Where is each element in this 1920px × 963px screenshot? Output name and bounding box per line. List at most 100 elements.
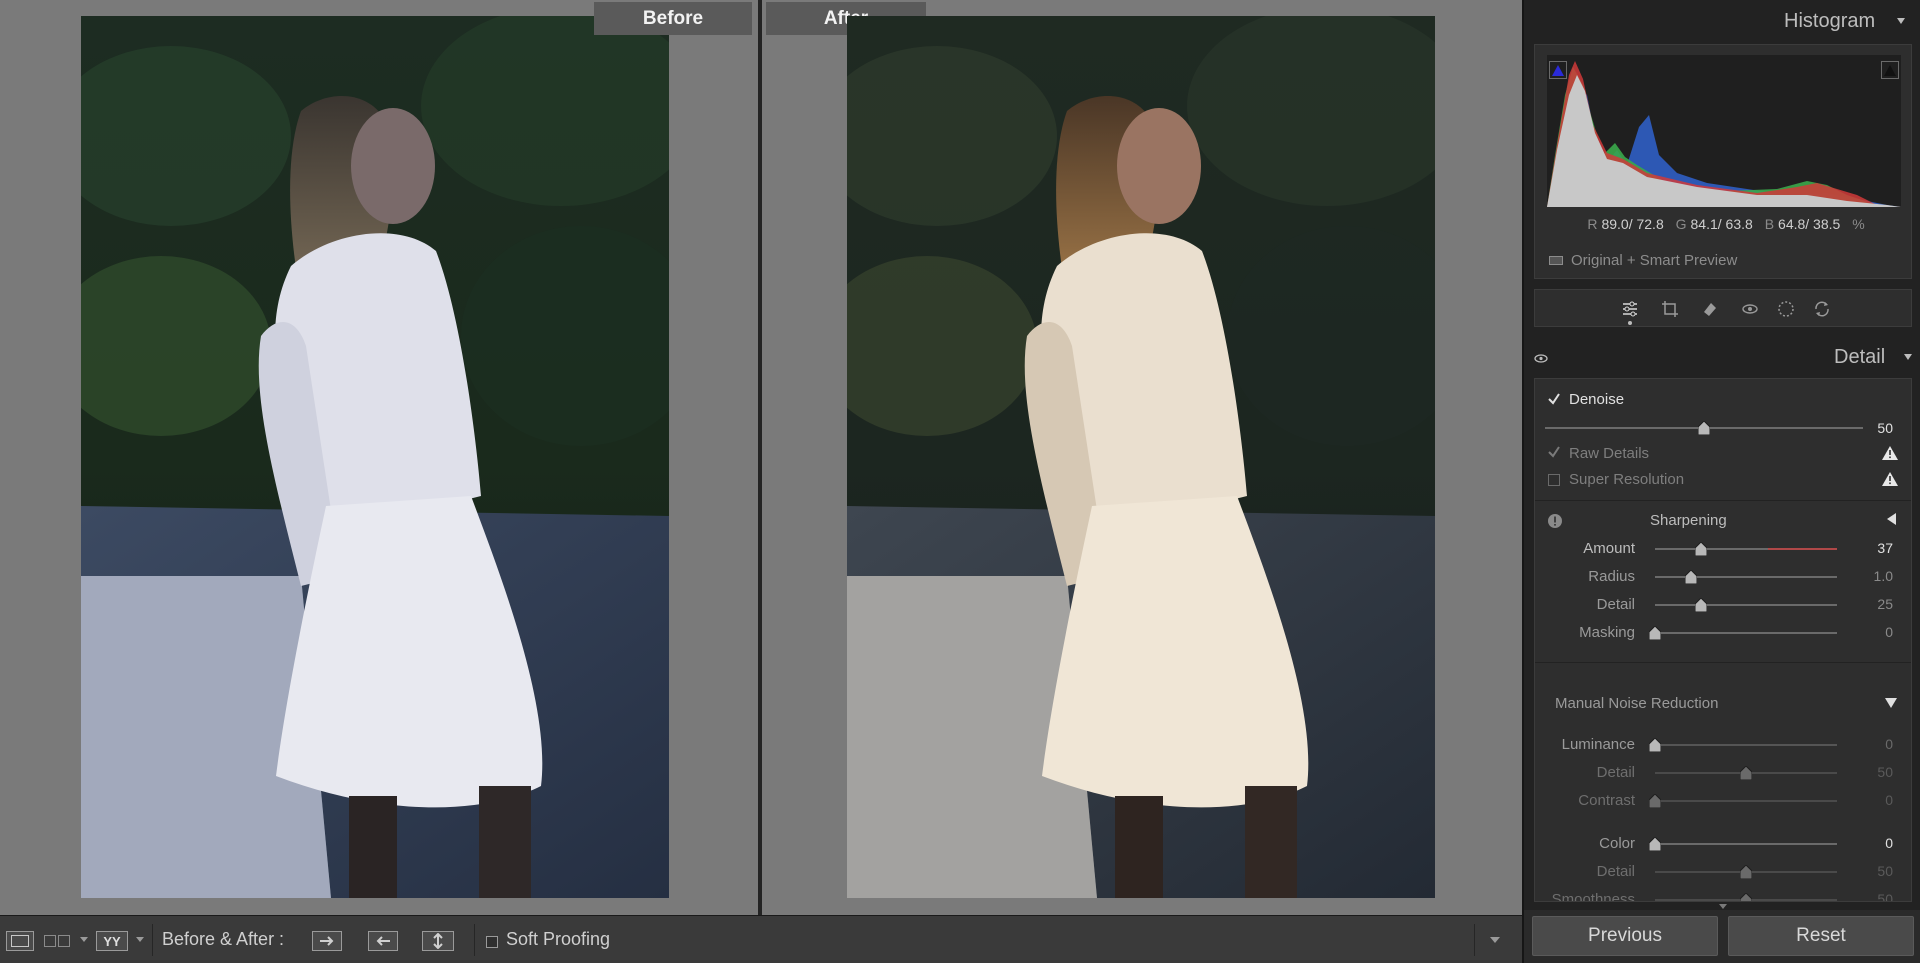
lum-slider-thumb[interactable] [1649,738,1661,752]
visibility-eye-icon[interactable] [1534,354,1548,363]
reset-button[interactable]: Reset [1728,916,1914,956]
sharpening-title[interactable]: Sharpening [1650,512,1727,529]
color-value[interactable]: 0 [1853,835,1893,851]
develop-tool-strip [1534,289,1912,327]
toolbar-options-dropdown-icon[interactable] [1490,937,1500,943]
raw-details-label: Raw Details [1569,445,1650,462]
r-value: 89.0/ 72.8 [1601,216,1664,232]
shadow-clipping-indicator[interactable] [1549,61,1567,79]
bottom-buttons-bar: Previous Reset [1524,910,1920,963]
bottom-toolbar: YY Before & After : Soft Proofing [0,915,1522,963]
before-label: Before [594,2,752,35]
colordetail-slider-thumb[interactable] [1740,865,1752,879]
panel-scroll-indicator-icon[interactable] [1719,904,1727,909]
super-resolution-warning-icon[interactable] [1881,471,1899,487]
swap-before-after-button[interactable] [422,931,454,951]
radius-slider-track[interactable] [1655,576,1837,578]
compare-view-dropdown-icon[interactable] [80,937,88,942]
masking-icon[interactable] [1775,298,1797,320]
contrast-slider-track[interactable] [1655,800,1837,802]
red-eye-icon[interactable] [1739,298,1761,320]
before-after-label: Before & After : [162,929,285,949]
b-label: B [1764,216,1775,232]
xy-compare-icon [44,935,70,947]
denoise-slider-thumb[interactable] [1698,421,1710,435]
healing-eraser-icon[interactable] [1699,298,1721,320]
loupe-view-button[interactable] [6,931,34,951]
amount-slider-thumb[interactable] [1694,542,1707,556]
sharpen-detail-slider-track[interactable] [1655,604,1837,606]
noise-reduction-title[interactable]: Manual Noise Reduction [1555,695,1718,712]
copy-before-to-after-button[interactable] [312,931,342,951]
detail-title: Detail [1834,346,1886,368]
crop-icon[interactable] [1659,298,1681,320]
amount-slider-fill [1767,548,1837,550]
before-after-view-dropdown-icon[interactable] [136,937,144,942]
soft-proofing-checkbox[interactable] [486,936,498,948]
rgb-readout: R 89.0/ 72.8 G 84.1/ 63.8 B 64.8/ 38.5 % [1535,216,1913,232]
denoise-label: Denoise [1569,391,1625,408]
color-slider-thumb[interactable] [1649,837,1661,851]
denoise-checkbox[interactable] [1547,392,1561,406]
copy-after-to-before-button[interactable] [368,931,398,951]
smart-preview-label: Original + Smart Preview [1571,252,1738,269]
b-value: 64.8/ 38.5 [1778,216,1841,232]
lumdetail-slider-thumb[interactable] [1740,766,1752,780]
section-divider [1535,500,1911,501]
detail-collapse-icon[interactable] [1904,354,1912,360]
radius-label: Radius [1588,568,1635,585]
before-photo[interactable] [81,16,669,898]
luminance-value[interactable]: 0 [1853,736,1893,752]
sharpening-expand-icon[interactable] [1887,513,1896,525]
compare-view-button[interactable] [42,931,72,951]
section-divider [1535,662,1911,663]
histogram-collapse-icon[interactable] [1897,18,1905,24]
color-detail-label: Detail [1596,863,1635,880]
smoothness-value[interactable]: 50 [1853,891,1893,901]
sharpening-info-icon[interactable] [1547,513,1563,529]
sharpen-detail-label: Detail [1596,596,1635,613]
edit-sliders-icon[interactable] [1619,298,1641,320]
masking-value[interactable]: 0 [1853,624,1893,640]
sdetail-slider-thumb[interactable] [1694,598,1707,612]
histogram-title[interactable]: Histogram [1784,10,1875,33]
smart-preview-status[interactable]: Original + Smart Preview [1549,252,1737,269]
previous-button[interactable]: Previous [1532,916,1718,956]
color-detail-value[interactable]: 50 [1853,863,1893,879]
histogram-panel: R 89.0/ 72.8 G 84.1/ 63.8 B 64.8/ 38.5 % Or… [1534,44,1912,279]
luminance-detail-value[interactable]: 50 [1853,764,1893,780]
sharpen-detail-value[interactable]: 25 [1853,596,1893,612]
super-resolution-checkbox[interactable] [1548,474,1560,486]
luminance-detail-label: Detail [1596,764,1635,781]
presets-cycle-icon[interactable] [1811,298,1833,320]
before-after-view-button[interactable]: YY [96,931,128,951]
contrast-slider-thumb[interactable] [1649,794,1661,808]
highlight-clipping-indicator[interactable] [1881,61,1899,79]
radius-value[interactable]: 1.0 [1853,568,1893,584]
r-label: R [1587,216,1598,232]
swap-icon [433,933,443,949]
raw-details-warning-icon[interactable] [1881,445,1899,461]
contrast-label: Contrast [1578,792,1635,809]
smooth-slider-thumb[interactable] [1740,893,1752,902]
g-label: G [1675,216,1687,232]
amount-value[interactable]: 37 [1853,540,1893,556]
toolbar-separator [1474,924,1475,956]
smoothness-label: Smoothness [1551,891,1635,902]
luminance-slider-track[interactable] [1655,744,1837,746]
raw-details-checkbox[interactable] [1547,445,1561,459]
masking-slider-thumb[interactable] [1649,626,1661,640]
histogram-curves [1547,61,1901,207]
noise-reduction-collapse-icon[interactable] [1885,698,1897,708]
color-label: Color [1599,835,1635,852]
radius-slider-thumb[interactable] [1685,570,1698,584]
after-photo[interactable] [847,16,1435,898]
masking-slider-track[interactable] [1655,632,1837,634]
color-slider-track[interactable] [1655,843,1837,845]
toolbar-separator [152,924,153,956]
denoise-value[interactable]: 50 [1853,420,1893,436]
contrast-value[interactable]: 0 [1853,792,1893,808]
detail-panel-body: Denoise 50 Raw Details Super Resolution … [1534,378,1912,902]
detail-panel-header[interactable]: Detail [1528,338,1918,378]
right-panel: Histogram R 89.0/ 72.8 G 84.1/ 63.8 B 64… [1522,0,1920,963]
